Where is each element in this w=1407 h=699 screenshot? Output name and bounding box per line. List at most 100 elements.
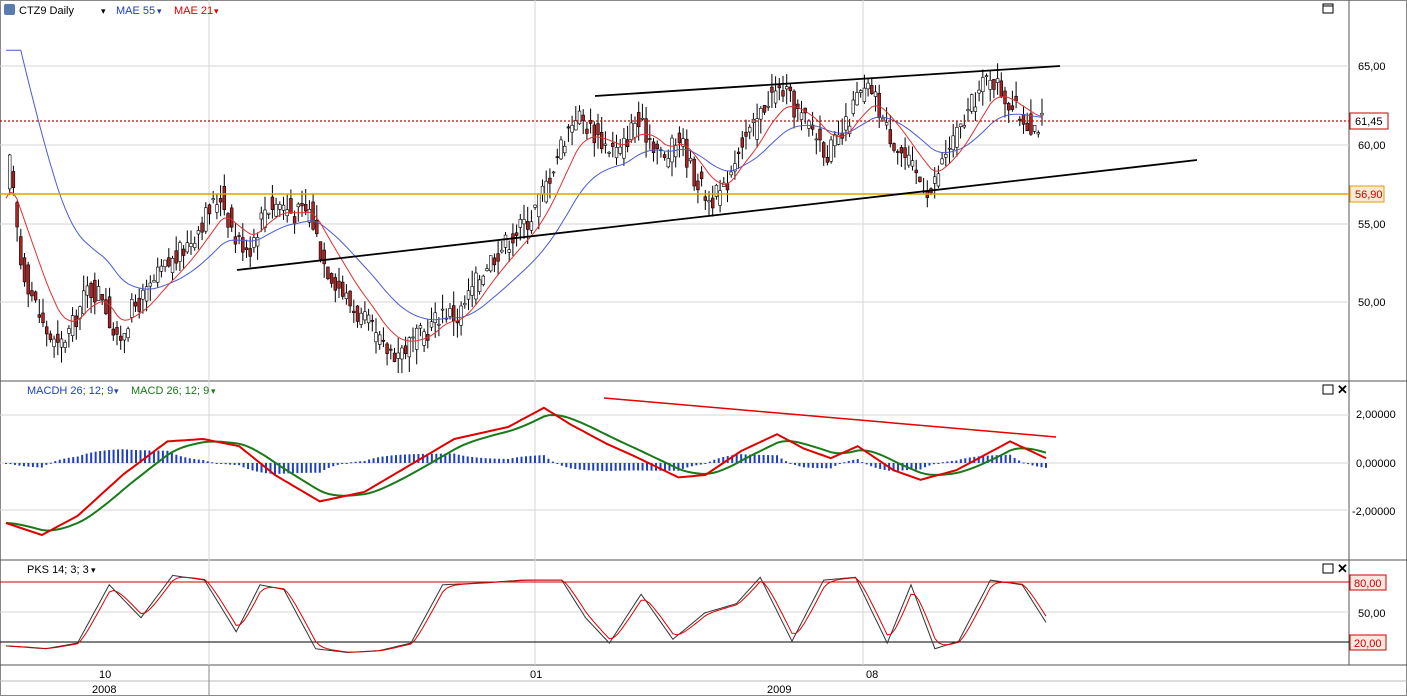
histogram-bar	[363, 460, 366, 463]
histogram-bar	[717, 458, 720, 463]
histogram-bar	[1036, 463, 1039, 467]
chevron-down-icon[interactable]: ▾	[114, 386, 119, 396]
symbol-label[interactable]: CTZ9 Daily	[19, 5, 75, 17]
histogram-bar	[229, 463, 232, 465]
price-tick: 50,00	[1358, 297, 1386, 309]
candle-body	[263, 209, 267, 228]
legend-ma55[interactable]: MAE 55	[116, 5, 155, 17]
legend-ma21[interactable]: MAE 21	[174, 5, 213, 17]
candle-body	[496, 253, 500, 262]
histogram-bar	[583, 463, 586, 470]
histogram-bar	[22, 463, 25, 467]
macd-tick: 2,00000	[1356, 409, 1396, 421]
candle-body	[992, 79, 996, 90]
candle-body	[844, 116, 848, 131]
candle-body	[574, 120, 578, 131]
histogram-bar	[928, 463, 931, 466]
close-icon[interactable]: ✕	[1337, 561, 1348, 576]
histogram-bar	[762, 455, 765, 463]
histogram-bar	[67, 457, 70, 463]
histogram-bar	[251, 463, 254, 471]
histogram-bar	[923, 463, 926, 468]
candle-body	[984, 75, 989, 77]
histogram-bar	[628, 463, 631, 471]
close-icon[interactable]: ✕	[1337, 382, 1348, 397]
candle-body	[1018, 118, 1022, 121]
legend-macd[interactable]: MACD 26; 12; 9	[131, 385, 209, 397]
chart-canvas[interactable]: 65,00 60,00 55,00 50,00 61,45 56,90 CTZ9…	[0, 0, 1407, 696]
candle-body	[107, 296, 112, 329]
chevron-down-icon[interactable]: ▾	[211, 386, 216, 396]
stoch-legend: PKS 14; 3; 3 ▾	[27, 564, 96, 576]
histogram-bar	[614, 463, 617, 471]
histogram-bar	[457, 454, 460, 463]
candle-body	[56, 333, 60, 343]
histogram-bar	[13, 463, 16, 465]
candle-body	[70, 315, 75, 336]
candle-body	[692, 158, 696, 187]
candle-body	[636, 112, 641, 128]
histogram-bar	[1022, 462, 1025, 464]
histogram-bar	[861, 462, 864, 464]
chart-window: 65,00 60,00 55,00 50,00 61,45 56,90 CTZ9…	[0, 0, 1407, 696]
chevron-down-icon[interactable]: ▾	[214, 6, 219, 16]
candle-body	[825, 157, 830, 163]
histogram-bar	[300, 463, 303, 473]
histogram-bar	[502, 458, 505, 463]
candle-body	[326, 266, 330, 280]
histogram-bar	[852, 459, 855, 463]
legend-macdh[interactable]: MACDH 26; 12; 9	[27, 385, 113, 397]
candle-body	[82, 290, 86, 315]
candle-body	[899, 147, 904, 154]
histogram-bar	[955, 460, 958, 463]
histogram-bar	[879, 463, 882, 469]
histogram-bar	[641, 463, 644, 471]
candle-body	[507, 249, 511, 253]
histogram-bar	[9, 463, 12, 465]
candle-body	[633, 123, 637, 138]
histogram-bar	[547, 458, 550, 463]
histogram-bar	[112, 449, 115, 463]
symbol-menu-icon[interactable]: ▾	[101, 6, 106, 16]
candle-body	[237, 235, 241, 237]
histogram-bar	[793, 463, 796, 465]
candle-body	[1029, 113, 1033, 135]
candle-body	[981, 77, 985, 93]
candle-body	[292, 216, 297, 225]
histogram-bar	[211, 462, 214, 464]
stoch-tick: 20,00	[1354, 638, 1382, 650]
histogram-bar	[18, 463, 21, 466]
histogram-bar	[27, 463, 30, 467]
histogram-bar	[525, 456, 527, 463]
histogram-bar	[220, 463, 223, 464]
candle-body	[459, 305, 463, 326]
legend-pks[interactable]: PKS 14; 3; 3	[27, 564, 89, 576]
candle-body	[651, 141, 656, 154]
histogram-bar	[323, 463, 326, 471]
candle-body	[862, 87, 867, 102]
candle-body	[962, 125, 967, 128]
candle-body	[215, 204, 219, 213]
candle-body	[666, 158, 671, 168]
candle-body	[492, 257, 497, 266]
histogram-bar	[619, 463, 622, 471]
histogram-bar	[708, 461, 711, 463]
histogram-bar	[72, 457, 75, 463]
candle-body	[888, 129, 893, 145]
candle-body	[207, 204, 212, 215]
candle-body	[877, 93, 881, 118]
candle-body	[200, 222, 204, 233]
candle-body	[932, 176, 937, 184]
histogram-bar	[1031, 463, 1034, 466]
histogram-bar	[475, 457, 478, 463]
candle-body	[59, 338, 64, 348]
candle-body	[500, 249, 504, 253]
candle-body	[988, 79, 992, 90]
candle-body	[377, 334, 382, 345]
candle-body	[337, 280, 341, 289]
candle-body	[481, 275, 485, 285]
histogram-bar	[569, 463, 572, 469]
chevron-down-icon[interactable]: ▾	[91, 565, 96, 575]
candle-body	[485, 268, 489, 272]
chevron-down-icon[interactable]: ▾	[157, 6, 162, 16]
